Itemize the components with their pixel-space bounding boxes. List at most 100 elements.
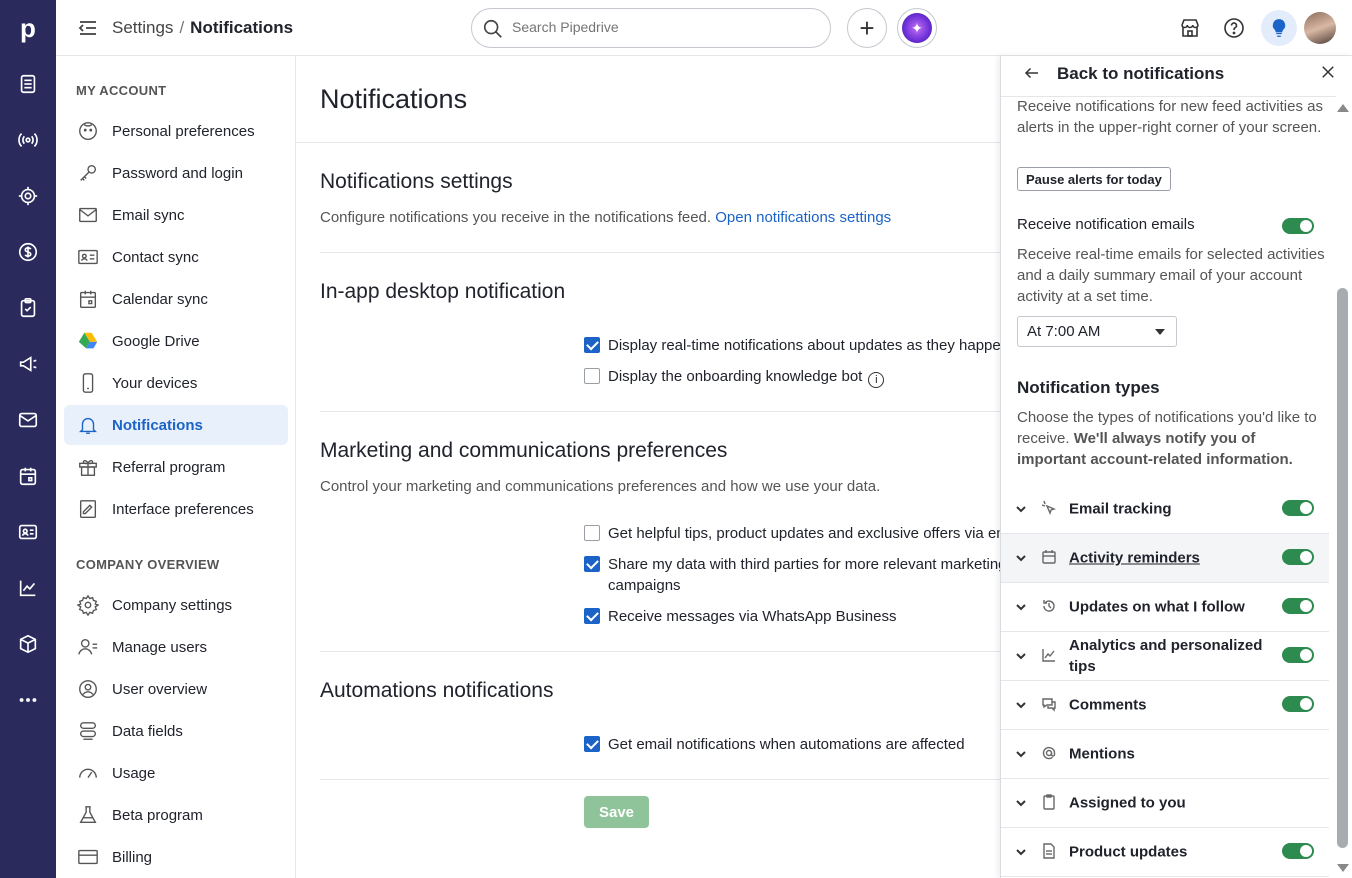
avatar[interactable]	[1304, 12, 1336, 44]
sidebar-item-manage-users[interactable]: Manage users	[64, 627, 288, 667]
back-to-notifications-link[interactable]: Back to notifications	[1057, 64, 1224, 84]
sidebar-item-referral-program[interactable]: Referral program	[64, 447, 288, 487]
at-icon	[1041, 745, 1057, 761]
activity-reminders-toggle[interactable]	[1282, 549, 1314, 565]
sidebar-item-password-and-login[interactable]: Password and login	[64, 153, 288, 193]
type-row-mentions[interactable]: Mentions	[1001, 730, 1329, 779]
breadcrumb-settings[interactable]: Settings	[112, 18, 173, 37]
chart-icon	[1041, 647, 1057, 663]
marketplace-icon[interactable]	[1178, 16, 1202, 40]
chevron-down-icon[interactable]	[1015, 649, 1027, 661]
users-icon	[76, 635, 100, 659]
chevron-down-icon[interactable]	[1015, 747, 1027, 759]
back-arrow-icon[interactable]	[1023, 64, 1043, 84]
search-box[interactable]	[471, 8, 831, 48]
receive-emails-toggle[interactable]	[1282, 218, 1314, 234]
gear-icon	[76, 593, 100, 617]
chevron-down-icon[interactable]	[1015, 698, 1027, 710]
realtime-notifications-option[interactable]: Display real-time notifications about up…	[584, 335, 1000, 356]
contacts-icon[interactable]	[14, 518, 42, 546]
products-icon[interactable]	[14, 630, 42, 658]
type-row-assigned-to-you[interactable]: Assigned to you	[1001, 779, 1329, 828]
more-icon[interactable]	[14, 686, 42, 714]
panel-scrollbar[interactable]	[1336, 100, 1350, 878]
calendar-icon[interactable]	[14, 462, 42, 490]
sidebar-item-usage[interactable]: Usage	[64, 753, 288, 793]
type-row-analytics-tips[interactable]: Analytics and personalized tips	[1001, 632, 1329, 681]
knowledge-bot-checkbox[interactable]	[584, 368, 600, 384]
sidebar-item-google-drive[interactable]: Google Drive	[64, 321, 288, 361]
sidebar-item-notifications[interactable]: Notifications	[64, 405, 288, 445]
lightbulb-icon[interactable]	[1261, 10, 1297, 46]
sidebar-item-company-settings[interactable]: Company settings	[64, 585, 288, 625]
type-label: Analytics and personalized tips	[1069, 637, 1263, 675]
sidebar-item-billing[interactable]: Billing	[64, 837, 288, 877]
sidebar-item-your-devices[interactable]: Your devices	[64, 363, 288, 403]
target-icon[interactable]	[14, 182, 42, 210]
close-icon[interactable]	[1319, 63, 1339, 83]
comments-toggle[interactable]	[1282, 696, 1314, 712]
insights-icon[interactable]	[14, 574, 42, 602]
email-time-select[interactable]: At 7:00 AM	[1017, 316, 1177, 347]
sidebar-item-contact-sync[interactable]: Contact sync	[64, 237, 288, 277]
chevron-down-icon[interactable]	[1015, 551, 1027, 563]
ai-assistant-button[interactable]: ✦	[897, 8, 937, 48]
automations-email-option[interactable]: Get email notifications when automations…	[584, 734, 965, 755]
leads-icon[interactable]	[14, 70, 42, 98]
save-button[interactable]: Save	[584, 796, 649, 828]
help-icon[interactable]	[1222, 16, 1246, 40]
sparkle-icon: ✦	[902, 13, 932, 43]
settings-sidebar: MY ACCOUNT Personal preferences Password…	[56, 56, 296, 878]
sidebar-item-data-fields[interactable]: Data fields	[64, 711, 288, 751]
chevron-down-icon[interactable]	[1015, 502, 1027, 514]
type-row-activity-reminders[interactable]: Activity reminders	[1001, 534, 1329, 583]
share-data-checkbox[interactable]	[584, 556, 600, 572]
whatsapp-option[interactable]: Receive messages via WhatsApp Business	[584, 606, 896, 627]
info-icon[interactable]: i	[868, 372, 885, 388]
notification-settings-panel: Back to notifications Receive notificati…	[1000, 56, 1352, 878]
scroll-up-arrow[interactable]	[1337, 104, 1349, 112]
analytics-tips-toggle[interactable]	[1282, 647, 1314, 663]
type-row-updates-on-what-i-follow[interactable]: Updates on what I follow	[1001, 583, 1329, 632]
scroll-thumb[interactable]	[1337, 288, 1348, 848]
open-notifications-settings-link[interactable]: Open notifications settings	[715, 209, 891, 226]
type-row-comments[interactable]: Comments	[1001, 681, 1329, 730]
sidebar-item-personal-preferences[interactable]: Personal preferences	[64, 111, 288, 151]
sidebar-item-interface-preferences[interactable]: Interface preferences	[64, 489, 288, 529]
history-icon	[1041, 598, 1057, 614]
mail-icon[interactable]	[14, 406, 42, 434]
chevron-down-icon[interactable]	[1015, 600, 1027, 612]
helpful-tips-checkbox[interactable]	[584, 525, 600, 541]
email-tracking-toggle[interactable]	[1282, 500, 1314, 516]
helpful-tips-option[interactable]: Get helpful tips, product updates and ex…	[584, 523, 1000, 544]
sidebar-item-beta-program[interactable]: Beta program	[64, 795, 288, 835]
breadcrumb: Settings / Notifications	[112, 18, 293, 38]
search-input[interactable]	[512, 19, 812, 35]
type-row-product-updates[interactable]: Product updates	[1001, 828, 1329, 877]
deals-icon[interactable]	[14, 238, 42, 266]
automations-email-checkbox[interactable]	[584, 736, 600, 752]
sidebar-item-label: Referral program	[112, 458, 226, 476]
chevron-down-icon[interactable]	[1015, 845, 1027, 857]
scroll-down-arrow[interactable]	[1337, 864, 1349, 872]
chevron-down-icon[interactable]	[1015, 796, 1027, 808]
product-updates-toggle[interactable]	[1282, 843, 1314, 859]
sidebar-item-user-overview[interactable]: User overview	[64, 669, 288, 709]
sidebar-item-calendar-sync[interactable]: Calendar sync	[64, 279, 288, 319]
updates-follow-toggle[interactable]	[1282, 598, 1314, 614]
tasks-icon[interactable]	[14, 294, 42, 322]
sidebar-item-email-sync[interactable]: Email sync	[64, 195, 288, 235]
knowledge-bot-option[interactable]: Display the onboarding knowledge bot i	[584, 366, 885, 388]
collapse-sidebar-icon[interactable]	[76, 16, 100, 40]
share-data-option[interactable]: Share my data with third parties for mor…	[584, 554, 1000, 596]
sidebar-item-label: Email sync	[112, 206, 185, 224]
whatsapp-checkbox[interactable]	[584, 608, 600, 624]
pipedrive-logo[interactable]: p	[0, 0, 56, 56]
type-row-email-tracking[interactable]: Email tracking	[1001, 485, 1329, 534]
pause-alerts-button[interactable]: Pause alerts for today	[1017, 167, 1171, 191]
add-button[interactable]: +	[847, 8, 887, 48]
divider	[320, 252, 1000, 253]
campaigns-icon[interactable]	[14, 350, 42, 378]
realtime-notifications-checkbox[interactable]	[584, 337, 600, 353]
activity-feed-icon[interactable]	[14, 126, 42, 154]
